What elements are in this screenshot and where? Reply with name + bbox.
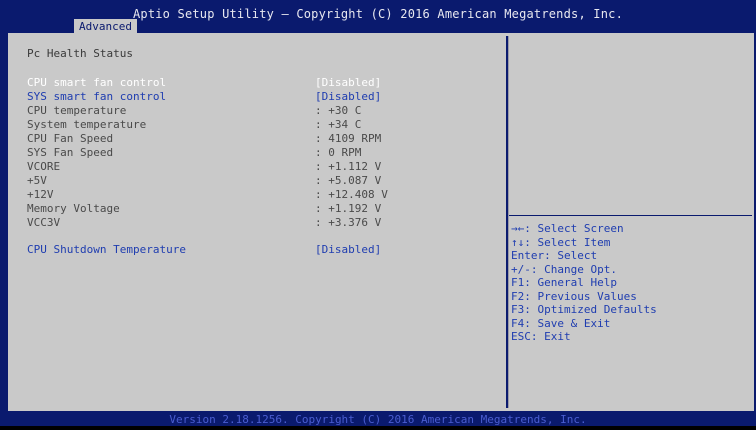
setting-value[interactable]: [Disabled] [315,243,381,256]
key-help-list: →←: Select Screen ↑↓: Select Item Enter:… [511,222,657,344]
settings-pane: Pc Health Status CPU smart fan control [… [11,36,508,408]
status-label: SYS Fan Speed [27,146,114,159]
status-value: : 0 RPM [315,146,362,159]
status-row-5v: +5V : +5.087 V [27,174,381,187]
page-heading-label: Pc Health Status [27,47,133,60]
status-label: +5V [27,174,47,187]
help-line: F4: Save & Exit [511,316,611,330]
main-panel: Pc Health Status CPU smart fan control [… [8,33,754,411]
help-line: →←: Select Screen [511,222,624,235]
status-value: : +5.087 V [315,174,382,187]
help-line: +/-: Change Opt. [511,262,617,276]
status-label: VCC3V [27,216,61,229]
setting-label: CPU smart fan control [27,76,167,89]
help-line: F1: General Help [511,276,617,289]
setting-label: CPU Shutdown Temperature [27,243,186,256]
status-value: : +3.376 V [315,216,382,229]
status-value: : +1.112 V [315,160,382,173]
status-value: : +1.192 V [315,202,382,215]
status-row-system-temperature: System temperature : +34 C [27,118,361,131]
status-row-sys-fan-speed: SYS Fan Speed : 0 RPM [27,146,361,159]
status-row-cpu-fan-speed: CPU Fan Speed : 4109 RPM [27,132,381,145]
status-label: +12V [27,188,54,201]
status-row-cpu-temperature: CPU temperature : +30 C [27,104,361,117]
status-value: : +30 C [315,104,362,117]
status-label: CPU temperature [27,104,127,117]
setting-value[interactable]: [Disabled] [315,90,381,103]
setting-row-cpu-shutdown-temperature[interactable]: CPU Shutdown Temperature [Disabled] [27,243,381,256]
help-line: F3: Optimized Defaults [511,303,657,316]
header-bar: Aptio Setup Utility – Copyright (C) 2016… [0,0,756,35]
status-label: System temperature [27,118,147,131]
status-row-memory-voltage: Memory Voltage : +1.192 V [27,202,381,215]
status-label: CPU Fan Speed [27,132,114,145]
bottom-edge [0,426,756,430]
status-row-12v: +12V : +12.408 V [27,188,388,201]
status-value: : +12.408 V [315,188,388,201]
status-value: : 4109 RPM [315,132,382,145]
setting-value[interactable]: [Disabled] [315,76,381,89]
help-line: Enter: Select [511,249,598,262]
setting-row-sys-smart-fan[interactable]: SYS smart fan control [Disabled] [27,90,381,103]
page-heading: Pc Health Status [27,47,133,60]
help-line: ESC: Exit [511,330,571,343]
setting-label: SYS smart fan control [27,90,167,103]
help-line: F2: Previous Values [511,289,637,303]
status-label: VCORE [27,160,61,173]
status-row-vcc3v: VCC3V : +3.376 V [27,216,381,229]
help-line: ↑↓: Select Item [511,235,611,249]
status-label: Memory Voltage [27,202,120,215]
setting-row-cpu-smart-fan[interactable]: CPU smart fan control [Disabled] [27,76,381,89]
status-row-vcore: VCORE : +1.112 V [27,160,381,173]
help-divider [509,215,752,216]
help-pane: →←: Select Screen ↑↓: Select Item Enter:… [508,36,752,408]
status-value: : +34 C [315,118,362,131]
